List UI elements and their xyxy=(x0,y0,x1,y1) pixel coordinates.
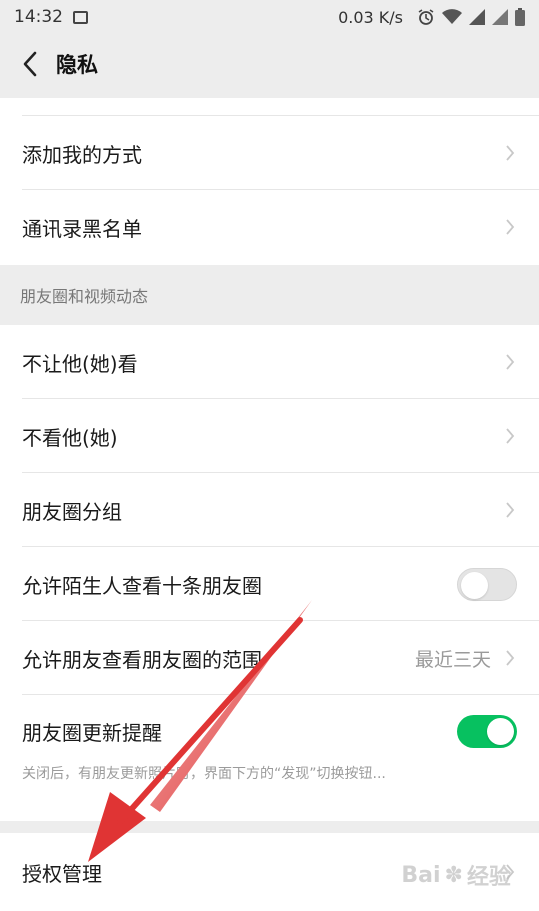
settings-row-contacts-blocklist[interactable]: 通讯录黑名单 xyxy=(0,190,539,264)
chevron-right-icon xyxy=(503,216,517,238)
settings-row-hide-my-posts[interactable]: 不让他(她)看 xyxy=(0,325,539,399)
watermark: Bai ✽ 经验 xyxy=(401,859,511,891)
row-label: 朋友圈更新提醒 xyxy=(22,721,162,745)
chevron-left-icon xyxy=(23,51,37,77)
status-time: 14:32 xyxy=(14,7,63,27)
watermark-text-left: Bai xyxy=(401,862,441,888)
battery-icon xyxy=(515,8,525,26)
row-label: 允许陌生人查看十条朋友圈 xyxy=(22,573,262,598)
toggle-knob xyxy=(461,571,488,599)
settings-row-moments-update-reminder: 朋友圈更新提醒 xyxy=(0,695,539,821)
strangers-view-toggle[interactable] xyxy=(457,567,517,601)
reminder-description: 关闭后，有朋友更新照片时，界面下方的“发现”切换按钮... xyxy=(22,766,386,782)
settings-group-contacts: 添加我的方式 通讯录黑名单 xyxy=(0,98,539,265)
settings-row-moments-groups[interactable]: 朋友圈分组 xyxy=(0,473,539,547)
image-icon xyxy=(73,10,88,24)
row-label: 不看他(她) xyxy=(22,425,118,450)
back-button[interactable] xyxy=(16,50,44,78)
settings-row-hide-their-posts[interactable]: 不看他(她) xyxy=(0,399,539,473)
toggle-knob xyxy=(487,718,514,745)
chevron-right-icon xyxy=(503,647,517,669)
moments-update-toggle[interactable] xyxy=(457,715,517,748)
row-label: 添加我的方式 xyxy=(22,142,142,167)
network-speed: 0.03 K/s xyxy=(338,7,403,27)
settings-row-add-me-methods[interactable]: 添加我的方式 xyxy=(0,116,539,190)
row-label: 朋友圈分组 xyxy=(22,499,122,524)
row-label: 不让他(她)看 xyxy=(22,351,138,376)
row-value: 最近三天 xyxy=(414,648,491,671)
chevron-right-icon xyxy=(503,425,517,447)
chevron-right-icon xyxy=(503,142,517,164)
status-bar: 14:32 0.03 K/s xyxy=(0,0,539,34)
alarm-icon xyxy=(417,8,435,26)
nav-bar: 隐私 xyxy=(0,34,539,94)
wifi-icon xyxy=(441,9,463,25)
row-label: 允许朋友查看朋友圈的范围 xyxy=(22,647,262,672)
section-header-moments: 朋友圈和视频动态 xyxy=(0,265,539,325)
settings-row-friends-view-range[interactable]: 允许朋友查看朋友圈的范围 最近三天 xyxy=(0,621,539,695)
chevron-right-icon xyxy=(503,351,517,373)
chevron-right-icon xyxy=(503,499,517,521)
row-label: 通讯录黑名单 xyxy=(22,216,142,241)
signal-icon xyxy=(469,9,486,25)
settings-row-strangers-view-ten: 允许陌生人查看十条朋友圈 xyxy=(0,547,539,621)
page-title: 隐私 xyxy=(56,53,98,77)
settings-group-moments: 不让他(她)看 不看他(她) 朋友圈分组 允许陌生人查看十条朋友圈 允许朋友查看… xyxy=(0,325,539,821)
signal-icon xyxy=(492,9,509,25)
paw-icon: ✽ xyxy=(444,862,463,888)
watermark-text-right: 经验 xyxy=(466,865,511,890)
